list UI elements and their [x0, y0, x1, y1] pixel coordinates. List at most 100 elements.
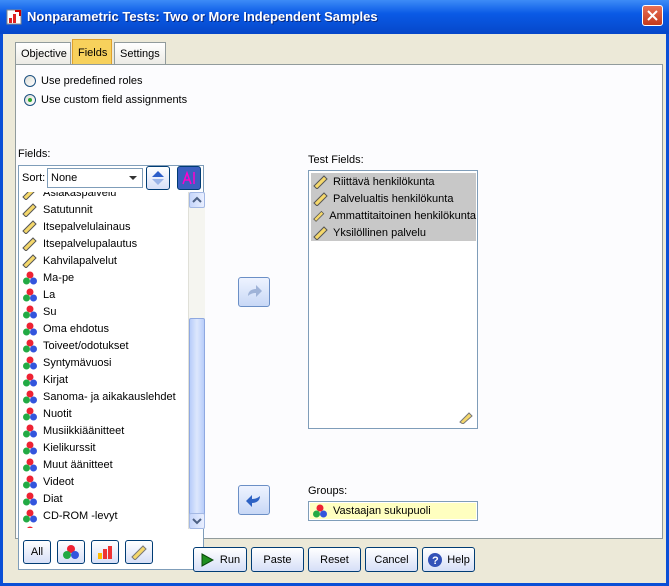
list-item[interactable]: Oma ehdotus [22, 320, 109, 337]
scroll-thumb[interactable] [189, 318, 205, 522]
list-item[interactable]: Sanoma- ja aikakauslehdet [22, 388, 176, 405]
list-item[interactable]: Ma-pe [22, 269, 74, 286]
sort-type-button[interactable] [177, 166, 201, 190]
ruler-icon [313, 210, 325, 222]
chevron-down-icon [192, 518, 202, 525]
tab-objective[interactable]: Objective [15, 42, 71, 64]
help-button[interactable]: ? Help [422, 547, 475, 572]
chevron-up-icon [192, 196, 202, 203]
custom-assignments-radio[interactable] [24, 94, 36, 106]
nominal-measure-icon [23, 322, 37, 335]
list-item[interactable]: Diat [22, 490, 63, 507]
list-item-label: Asiakaspalvelu [43, 192, 117, 199]
list-item[interactable]: Videot [22, 473, 74, 490]
list-item[interactable]: Su [22, 303, 56, 320]
cancel-label: Cancel [374, 553, 409, 566]
test-fields-box[interactable]: Riittävä henkilökunta Palvelualtis henki… [308, 170, 478, 429]
filter-all-label: All [30, 546, 44, 558]
list-item[interactable]: Toiveet/odotukset [22, 337, 129, 354]
app-icon [6, 9, 22, 25]
fields-label: Fields: [18, 148, 51, 160]
test-field-item[interactable]: Ammattitaitoinen henkilökunta [311, 207, 476, 224]
nominal-measure-icon [23, 390, 37, 403]
nominal-measure-icon [313, 504, 327, 518]
list-item-label: Sanoma- ja aikakauslehdet [43, 390, 176, 403]
filter-all-button[interactable]: All [23, 540, 51, 564]
nominal-measure-icon [23, 475, 37, 488]
test-field-item[interactable]: Yksilöllinen palvelu [311, 224, 476, 241]
close-button[interactable] [642, 5, 663, 26]
ruler-icon [22, 219, 37, 234]
field-list[interactable]: Asiakaspalvelu Satutunnit Itsepalvelulaina… [22, 192, 188, 528]
close-icon [647, 10, 658, 21]
dialog-body: Objective Fields Settings Use predefined… [3, 34, 666, 583]
nominal-measure-icon [23, 356, 37, 369]
list-item-label: Muu [43, 527, 64, 529]
title-bar[interactable]: Nonparametric Tests: Two or More Indepen… [0, 0, 669, 34]
custom-assignments-option[interactable]: Use custom field assignments [24, 94, 187, 106]
svg-text:?: ? [432, 555, 439, 567]
filter-ordinal-button[interactable] [91, 540, 119, 564]
tab-settings[interactable]: Settings [114, 42, 166, 64]
list-item-label: Toiveet/odotukset [43, 339, 129, 352]
custom-assignments-label: Use custom field assignments [41, 94, 188, 106]
list-item-label: Videot [43, 475, 74, 488]
sort-arrows-icon [152, 171, 164, 185]
paste-button[interactable]: Paste [251, 547, 304, 572]
sort-dropdown[interactable]: None [47, 168, 143, 188]
ruler-icon [459, 412, 473, 424]
list-item[interactable]: Kielikurssit [22, 439, 96, 456]
list-item[interactable]: La [22, 286, 55, 303]
filter-nominal-button[interactable] [57, 540, 85, 564]
run-button[interactable]: Run [193, 547, 247, 572]
test-field-label: Palvelualtis henkilökunta [333, 192, 454, 205]
move-to-test-fields-button[interactable] [238, 277, 270, 307]
fields-scrollbar[interactable] [188, 192, 205, 529]
list-item[interactable]: Asiakaspalvelu [22, 192, 116, 201]
move-to-groups-button[interactable] [238, 485, 270, 515]
help-label: Help [447, 553, 470, 566]
list-item[interactable]: Muut äänitteet [22, 456, 113, 473]
groups-label: Groups: [308, 485, 348, 497]
test-field-item[interactable]: Riittävä henkilökunta [311, 173, 476, 190]
scroll-up-button[interactable] [189, 192, 205, 208]
scroll-down-button[interactable] [189, 513, 205, 529]
list-item-label: La [43, 288, 56, 301]
predefined-roles-label: Use predefined roles [41, 75, 143, 87]
cancel-button[interactable]: Cancel [365, 547, 418, 572]
list-item-label: Muut äänitteet [43, 458, 113, 471]
list-item[interactable]: CD-ROM -levyt [22, 507, 118, 524]
list-item[interactable]: Satutunnit [22, 201, 93, 218]
ruler-icon [22, 192, 35, 200]
list-item[interactable]: Itsepalvelupalautus [22, 235, 137, 252]
list-item[interactable]: Kahvilapalvelut [22, 252, 117, 269]
window-title: Nonparametric Tests: Two or More Indepen… [27, 9, 378, 24]
list-item[interactable]: Kirjat [22, 371, 68, 388]
chevron-down-icon [129, 176, 137, 180]
help-icon: ? [428, 552, 443, 567]
sort-order-button[interactable] [146, 166, 170, 190]
list-item[interactable]: Syntymävuosi [22, 354, 111, 371]
tab-fields[interactable]: Fields [72, 39, 112, 66]
list-item-label: Itsepalvelulainaus [43, 220, 131, 233]
list-item-label: Kirjat [43, 373, 69, 386]
nominal-measure-icon [23, 373, 37, 386]
filter-scale-button[interactable] [125, 540, 153, 564]
list-item[interactable]: Itsepalvelulainaus [22, 218, 130, 235]
list-item[interactable]: Musiikkiäänitteet [22, 422, 124, 439]
reset-button[interactable]: Reset [308, 547, 361, 572]
sort-a-icon [182, 170, 195, 185]
list-item-label: Satutunnit [43, 203, 93, 216]
groups-box[interactable]: Vastaajan sukupuoli [308, 501, 478, 521]
predefined-roles-option[interactable]: Use predefined roles [24, 75, 143, 87]
list-item-label: Su [43, 305, 57, 318]
predefined-roles-radio[interactable] [24, 75, 36, 87]
dialog-window: Nonparametric Tests: Two or More Indepen… [0, 0, 669, 586]
test-field-item[interactable]: Palvelualtis henkilökunta [311, 190, 476, 207]
list-item-label: CD-ROM -levyt [43, 509, 118, 522]
nominal-measure-icon [23, 305, 37, 318]
group-field-item[interactable]: Vastaajan sukupuoli [310, 503, 476, 519]
test-field-label: Riittävä henkilökunta [333, 175, 435, 188]
list-item[interactable]: Muu [22, 524, 64, 528]
list-item[interactable]: Nuotit [22, 405, 72, 422]
